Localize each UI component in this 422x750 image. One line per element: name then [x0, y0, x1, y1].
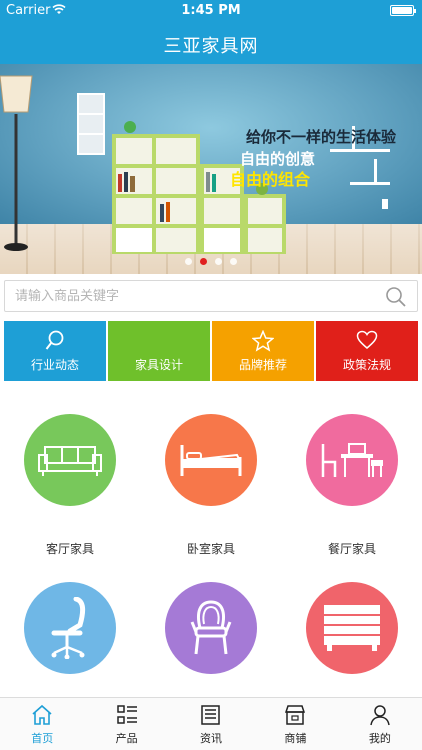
category-label: 卧室家具	[186, 542, 235, 556]
tabbar-item-me[interactable]: 我的	[338, 698, 422, 750]
carousel-dot[interactable]	[230, 258, 237, 265]
page-title: 三亚家具网	[163, 36, 259, 57]
tabbar-label: 我的	[368, 732, 391, 745]
search-icon	[45, 330, 65, 356]
tab-label: 家具设计	[134, 358, 183, 372]
tabbar-label: 首页	[31, 732, 54, 745]
category-office[interactable]	[0, 582, 140, 674]
status-bar: Carrier 1:45 PM	[0, 0, 422, 22]
search-input[interactable]	[15, 281, 375, 311]
banner-headline: 给你不一样的生活体验	[246, 128, 397, 146]
heart-icon	[356, 330, 378, 354]
category-cabinet[interactable]	[282, 582, 422, 674]
sofa-icon	[24, 414, 116, 506]
status-time: 1:45 PM	[181, 3, 241, 18]
battery-icon	[390, 5, 416, 16]
tabbar-item-home[interactable]: 首页	[0, 698, 84, 750]
carousel-dot[interactable]	[185, 258, 192, 265]
tab-industry-news[interactable]: 行业动态	[4, 321, 106, 381]
store-icon	[285, 705, 306, 725]
nav-header: Carrier 1:45 PM 三亚家具网	[0, 0, 422, 64]
home-icon	[32, 704, 52, 725]
tab-furniture-design[interactable]: 家具设计	[108, 321, 210, 381]
cabinet-icon	[306, 582, 398, 674]
search-icon[interactable]	[385, 286, 407, 308]
carousel-dot-active[interactable]	[200, 258, 207, 265]
quick-tabs: 行业动态 家具设计 品牌推荐 政策法规	[4, 321, 418, 381]
category-armchair[interactable]	[141, 582, 281, 674]
tabbar-label: 商铺	[284, 732, 307, 745]
grid-list-icon	[116, 705, 137, 724]
armchair-icon	[165, 582, 257, 674]
carousel-dots[interactable]	[0, 258, 422, 265]
banner-illustration	[0, 75, 390, 254]
category-label: 客厅家具	[45, 542, 94, 556]
news-icon	[201, 705, 220, 725]
tab-label: 品牌推荐	[238, 358, 287, 372]
tabbar-item-products[interactable]: 产品	[84, 698, 168, 750]
carousel-dot[interactable]	[215, 258, 222, 265]
tab-label: 行业动态	[30, 358, 79, 372]
promo-banner[interactable]: 给你不一样的生活体验 自由的创意 自由的组合	[0, 64, 422, 274]
tabbar-item-shops[interactable]: 商铺	[253, 698, 337, 750]
bed-icon	[165, 414, 257, 506]
banner-subline-2: 自由的组合	[230, 170, 311, 189]
dining-table-icon	[306, 414, 398, 506]
tab-policy[interactable]: 政策法规	[316, 321, 418, 381]
tabbar-item-news[interactable]: 资讯	[169, 698, 253, 750]
tabbar-label: 资讯	[200, 732, 223, 745]
bottom-tab-bar: 首页 产品 资讯 商铺 我的	[0, 697, 422, 750]
category-label: 餐厅家具	[327, 542, 376, 556]
search-bar[interactable]	[4, 280, 418, 312]
category-bedroom[interactable]: 卧室家具	[141, 414, 281, 557]
star-icon	[251, 329, 275, 356]
category-dining[interactable]: 餐厅家具	[282, 414, 422, 557]
user-icon	[370, 705, 390, 726]
office-chair-icon	[24, 582, 116, 674]
tab-label: 政策法规	[342, 358, 391, 372]
tabbar-label: 产品	[115, 732, 138, 745]
category-living-room[interactable]: 客厅家具	[0, 414, 140, 557]
tab-brand-recommend[interactable]: 品牌推荐	[212, 321, 314, 381]
